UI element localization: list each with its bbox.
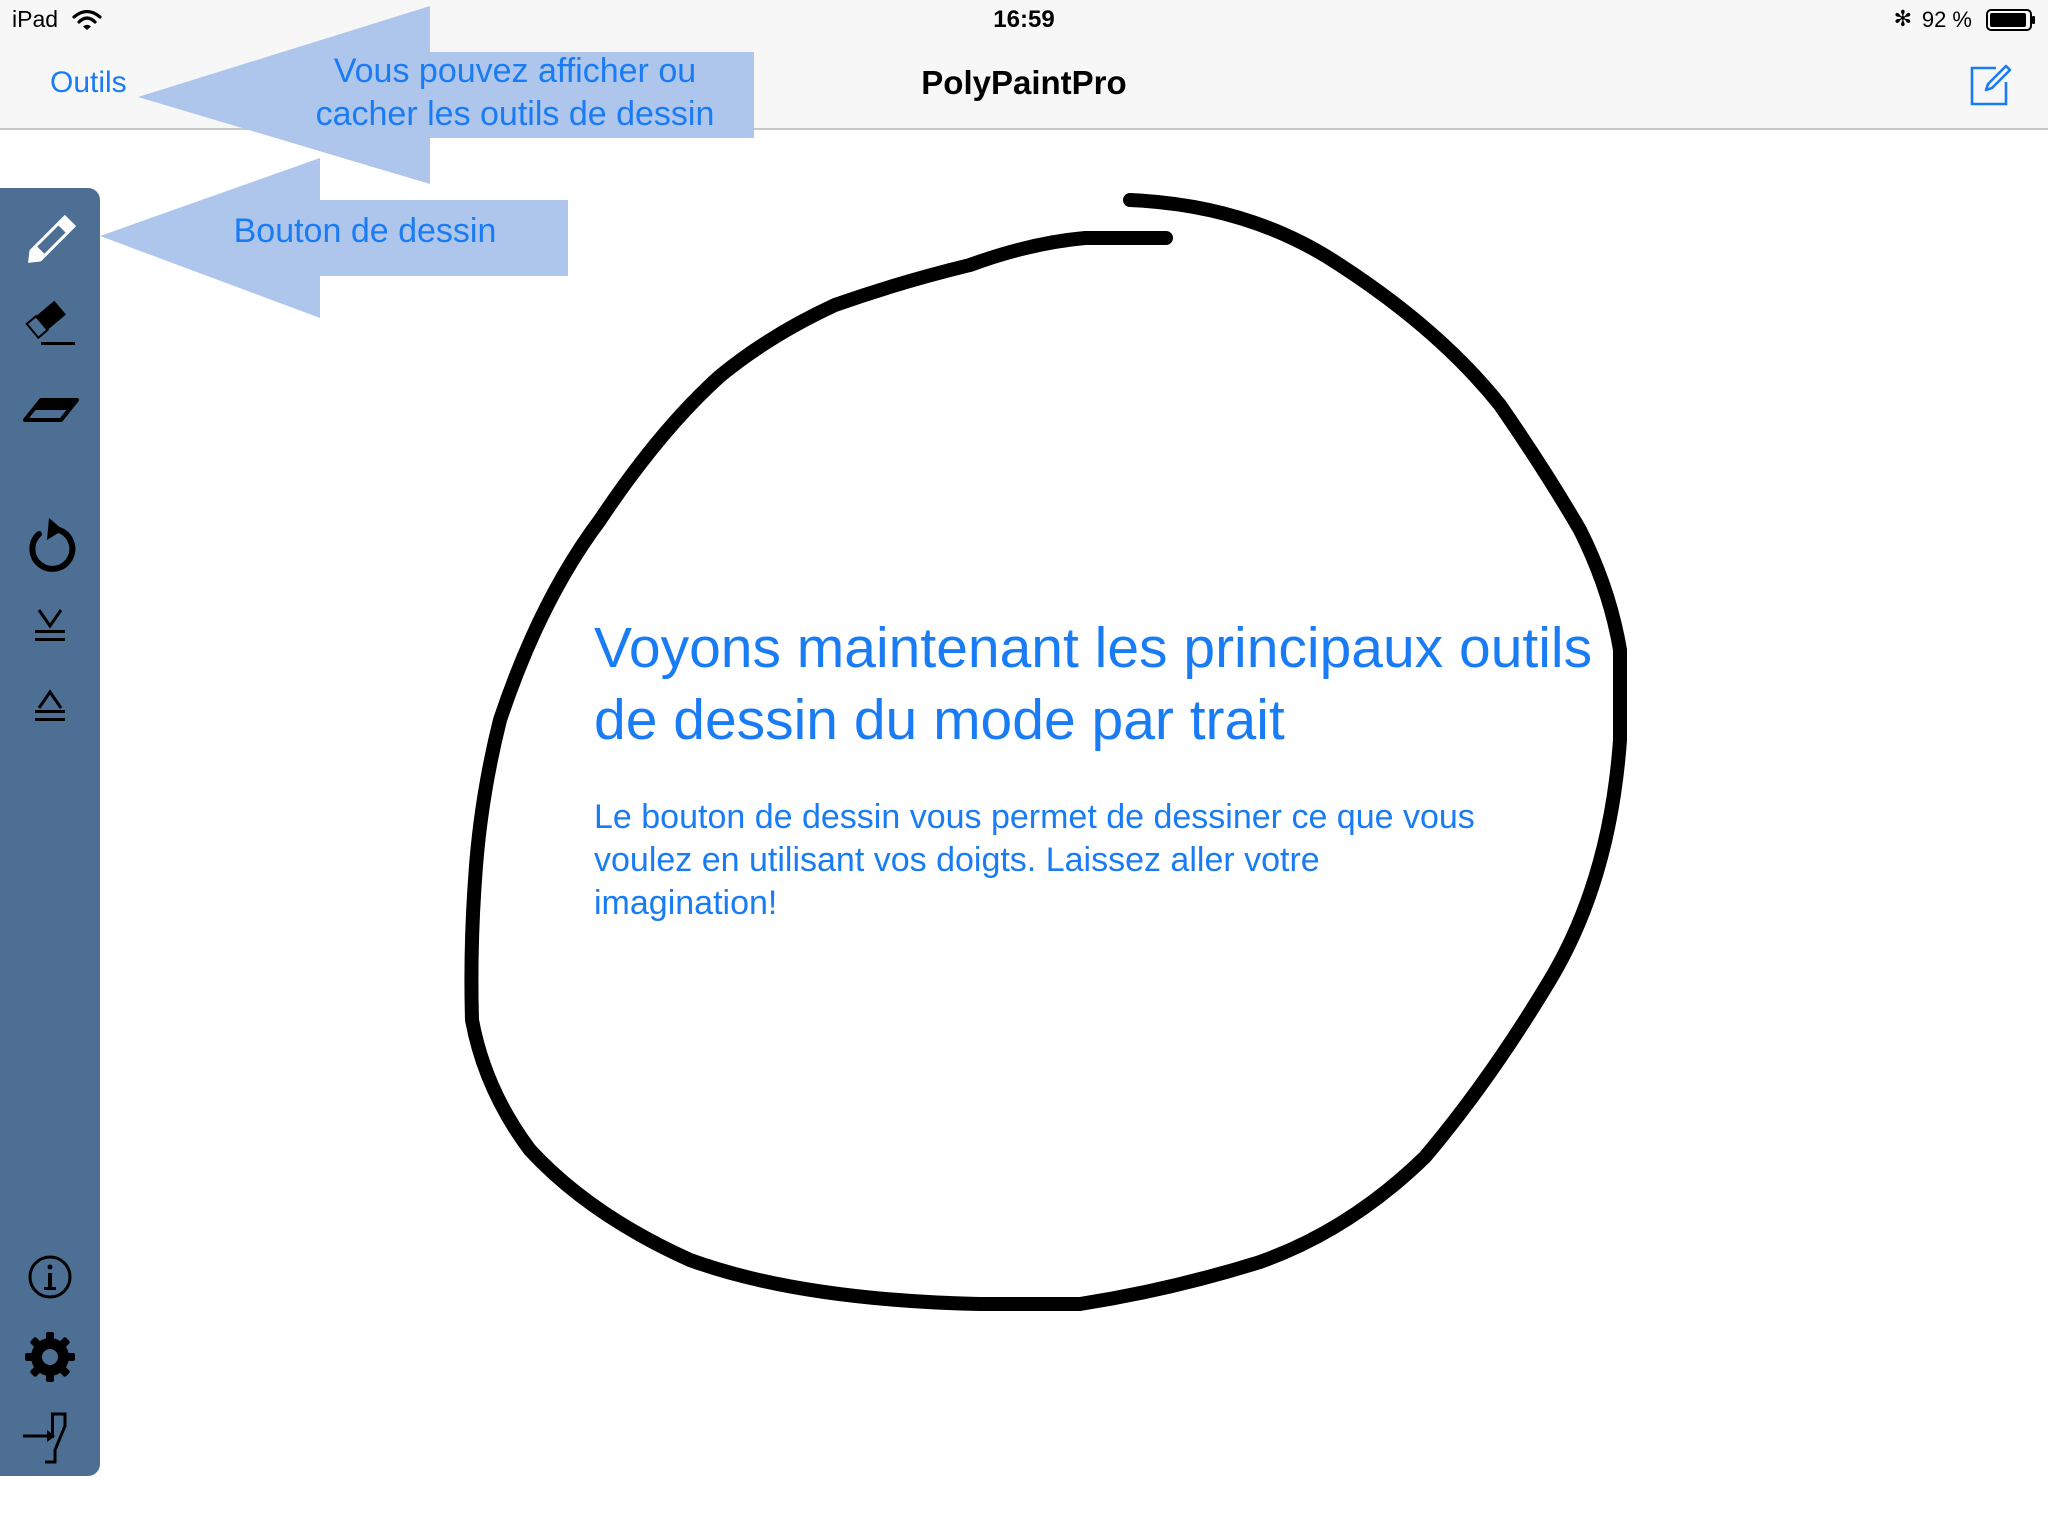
bluetooth-icon: ✻ (1893, 6, 1912, 31)
tools-callout-text: Vous pouvez afficher ou cacher les outil… (270, 50, 760, 136)
tool-sidebar (0, 188, 100, 1476)
battery-percent: 92 % (1921, 7, 1972, 32)
draw-button[interactable] (10, 208, 90, 274)
stroke-eraser-icon (25, 300, 75, 345)
undo-icon (29, 518, 76, 572)
status-bar: iPad 16:59 ✻ 92 % (0, 0, 2048, 40)
info-icon (28, 1255, 72, 1299)
exit-button[interactable] (10, 1404, 90, 1470)
tools-callout-line1: Vous pouvez afficher ou (333, 52, 697, 90)
settings-button[interactable] (10, 1324, 90, 1390)
pencil-icon (28, 214, 77, 263)
tutorial-body: Le bouton de dessin vous permet de dessi… (594, 798, 1475, 922)
settings-icon (25, 1332, 75, 1382)
info-button[interactable] (10, 1244, 90, 1310)
send-backward-button[interactable] (10, 590, 90, 656)
tutorial-heading: Voyons maintenant les principaux outils … (594, 616, 1593, 752)
battery-icon (1986, 9, 2035, 31)
tools-toggle-button[interactable]: Outils (50, 66, 127, 100)
bring-forward-button[interactable] (10, 670, 90, 736)
send-backward-icon (35, 609, 65, 641)
status-time: 16:59 (993, 6, 1055, 33)
eraser-button[interactable] (10, 374, 90, 440)
bring-forward-icon (35, 689, 65, 721)
draw-callout-text: Bouton de dessin (233, 212, 497, 250)
tools-callout-line2: cacher les outils de dessin (315, 95, 715, 133)
compose-icon[interactable] (1966, 60, 2014, 108)
undo-button[interactable] (10, 512, 90, 578)
stroke-eraser-button[interactable] (10, 290, 90, 356)
eraser-icon (23, 398, 79, 422)
exit-icon (23, 1412, 67, 1464)
